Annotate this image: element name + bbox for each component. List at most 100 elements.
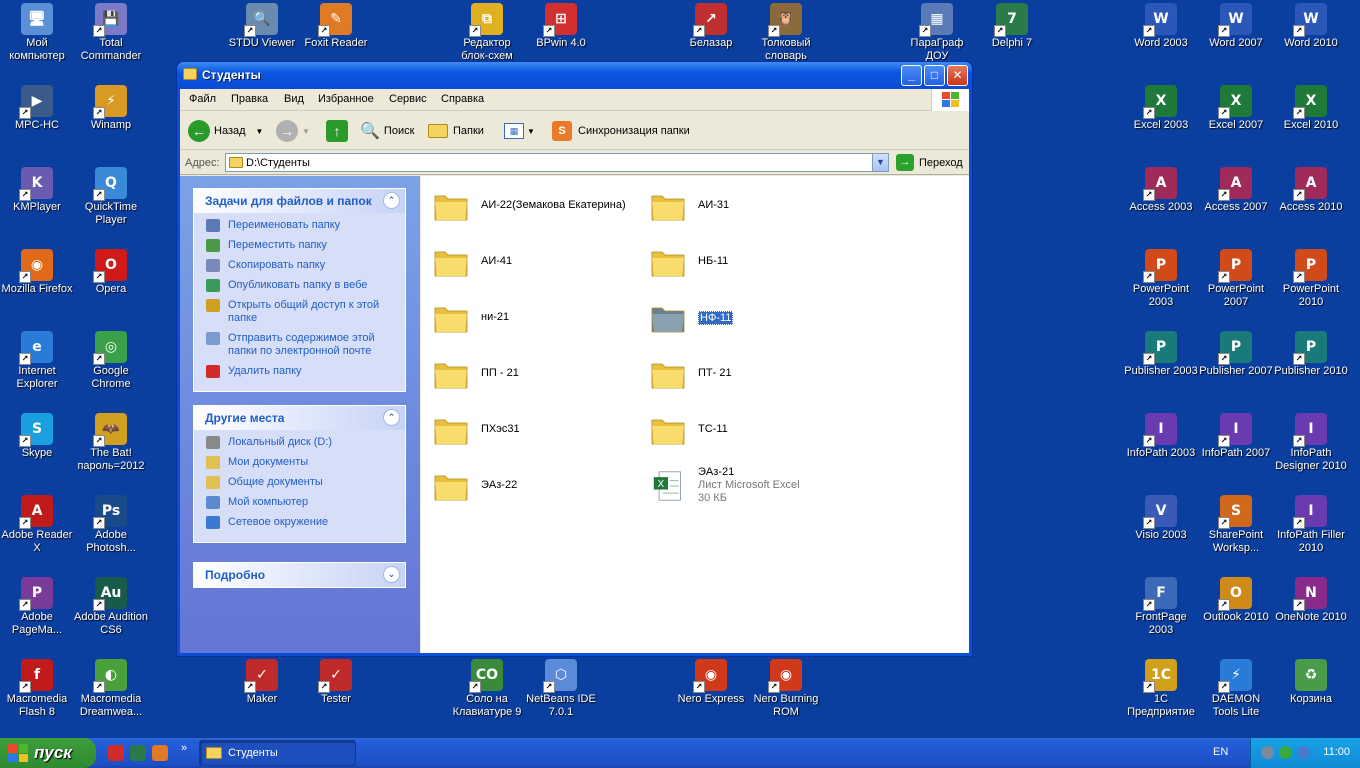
chevron-down-icon[interactable]: ▼	[872, 154, 888, 171]
desktop-icon[interactable]: СОСоло на Клавиатуре 9	[450, 659, 524, 719]
address-input[interactable]: D:\Студенты ▼	[225, 153, 889, 172]
desktop-icon[interactable]: 7Delphi 7	[975, 3, 1049, 50]
desktop-icon[interactable]: AAccess 2010	[1274, 167, 1348, 214]
desktop-icon[interactable]: AAccess 2003	[1124, 167, 1198, 214]
search-button[interactable]: 🔍 Поиск	[360, 119, 414, 143]
desktop-icon[interactable]: 🦇The Bat! пароль=2012	[74, 413, 148, 473]
task-item[interactable]: Переместить папку	[206, 239, 397, 252]
desktop-icon[interactable]: WWord 2010	[1274, 3, 1348, 50]
folder-item[interactable]: АИ-41	[427, 240, 637, 284]
details-header[interactable]: Подробно ⌄	[194, 563, 405, 587]
desktop-icon[interactable]: 💾Total Commander	[74, 3, 148, 63]
place-item[interactable]: Сетевое окружение	[206, 516, 397, 529]
desktop-icon[interactable]: ◉Nero Burning ROM	[749, 659, 823, 719]
folder-item[interactable]: ПП - 21	[427, 352, 637, 396]
menu-view[interactable]: Вид	[284, 93, 304, 105]
menu-edit[interactable]: Правка	[231, 93, 268, 105]
desktop-icon[interactable]: 🦉Толковый словарь	[749, 3, 823, 63]
desktop-icon[interactable]: WWord 2003	[1124, 3, 1198, 50]
taskbar-item-students[interactable]: Студенты	[199, 740, 356, 766]
desktop-icon[interactable]: ◐Macromedia Dreamwea...	[74, 659, 148, 719]
folder-item[interactable]: НФ-11	[644, 296, 854, 340]
desktop-icon[interactable]: AuAdobe Audition CS6	[74, 577, 148, 637]
folders-button[interactable]: Папки	[428, 119, 484, 143]
desktop-icon[interactable]: AAdobe Reader X	[0, 495, 74, 555]
task-item[interactable]: Опубликовать папку в вебе	[206, 279, 397, 292]
desktop-icon[interactable]: ↗Белазар	[674, 3, 748, 50]
place-item[interactable]: Мой компьютер	[206, 496, 397, 509]
menu-tools[interactable]: Сервис	[389, 93, 427, 105]
place-item[interactable]: Общие документы	[206, 476, 397, 489]
menu-file[interactable]: Файл	[189, 93, 216, 105]
desktop-icon[interactable]: PAdobe PageMa...	[0, 577, 74, 637]
desktop-icon[interactable]: IInfoPath 2007	[1199, 413, 1273, 460]
place-item[interactable]: Локальный диск (D:)	[206, 436, 397, 449]
menu-favorites[interactable]: Избранное	[318, 93, 374, 105]
quicklaunch-icon[interactable]	[130, 745, 146, 761]
desktop-icon[interactable]: PsAdobe Photosh...	[74, 495, 148, 555]
desktop-icon[interactable]: WWord 2007	[1199, 3, 1273, 50]
desktop-icon[interactable]: ▦ПараГраф ДОУ	[900, 3, 974, 63]
language-indicator[interactable]: EN	[1213, 746, 1228, 758]
task-item[interactable]: Отправить содержимое этой папки по элект…	[206, 332, 397, 358]
start-button[interactable]: пуск	[0, 738, 96, 768]
desktop-icon[interactable]: IInfoPath Designer 2010	[1274, 413, 1348, 473]
desktop-icon[interactable]: QQuickTime Player	[74, 167, 148, 227]
desktop-icon[interactable]: XExcel 2007	[1199, 85, 1273, 132]
desktop-icon[interactable]: ⊞BPwin 4.0	[524, 3, 598, 50]
desktop-icon[interactable]: ♻ Корзина	[1274, 659, 1348, 706]
desktop-icon[interactable]: ⬡NetBeans IDE 7.0.1	[524, 659, 598, 719]
desktop-icon[interactable]: XExcel 2010	[1274, 85, 1348, 132]
desktop-icon[interactable]: ✎Foxit Reader	[299, 3, 373, 50]
desktop-icon[interactable]: fMacromedia Flash 8	[0, 659, 74, 719]
desktop-icon[interactable]: ✓Tester	[299, 659, 373, 706]
collapse-icon[interactable]: ⌃	[383, 409, 400, 426]
desktop-icon[interactable]: SSharePoint Worksp...	[1199, 495, 1273, 555]
desktop-icon[interactable]: PPowerPoint 2007	[1199, 249, 1273, 309]
desktop-icon[interactable]: ⚡DAEMON Tools Lite	[1199, 659, 1273, 719]
desktop-icon[interactable]: NOneNote 2010	[1274, 577, 1348, 624]
desktop-icon[interactable]: XExcel 2003	[1124, 85, 1198, 132]
desktop-icon[interactable]: 🔍STDU Viewer	[225, 3, 299, 50]
desktop-icon[interactable]: eInternet Explorer	[0, 331, 74, 391]
desktop-icon[interactable]: PPublisher 2007	[1199, 331, 1273, 378]
desktop-icon[interactable]: ◉Mozilla Firefox	[0, 249, 74, 296]
go-button[interactable]: Переход	[919, 157, 963, 169]
maximize-button[interactable]: □	[924, 65, 945, 86]
folder-item[interactable]: ЭАз-22	[427, 464, 637, 508]
close-button[interactable]: ✕	[947, 65, 968, 86]
desktop-icon[interactable]: PPublisher 2003	[1124, 331, 1198, 378]
folder-item[interactable]: ни-21	[427, 296, 637, 340]
other-places-header[interactable]: Другие места ⌃	[194, 406, 405, 430]
minimize-button[interactable]: _	[901, 65, 922, 86]
title-bar[interactable]: Студенты _ □ ✕	[177, 62, 972, 89]
up-button[interactable]: ↑	[326, 119, 352, 143]
folder-item[interactable]: ПХэс31	[427, 408, 637, 452]
chevron-right-icon[interactable]: »	[181, 742, 187, 754]
views-button[interactable]: ▦ ▼	[504, 119, 535, 143]
quicklaunch-icon[interactable]	[152, 745, 168, 761]
forward-button[interactable]: → ▼	[276, 119, 310, 143]
desktop-icon[interactable]: ◎Google Chrome	[74, 331, 148, 391]
desktop-icon[interactable]: SSkype	[0, 413, 74, 460]
desktop-icon[interactable]: AAccess 2007	[1199, 167, 1273, 214]
folder-item[interactable]: НБ-11	[644, 240, 854, 284]
desktop-icon[interactable]: ⚡Winamp	[74, 85, 148, 132]
sync-folder-button[interactable]: S Синхронизация папки	[552, 119, 690, 143]
tray-icon[interactable]	[1261, 746, 1274, 759]
place-item[interactable]: Мои документы	[206, 456, 397, 469]
file-tasks-header[interactable]: Задачи для файлов и папок ⌃	[194, 189, 405, 213]
task-item[interactable]: Открыть общий доступ к этой папке	[206, 299, 397, 325]
desktop-icon[interactable]: OOutlook 2010	[1199, 577, 1273, 624]
folder-item[interactable]: АИ-31	[644, 184, 854, 228]
desktop-icon[interactable]: 🖥 Мой компьютер	[0, 3, 74, 63]
expand-icon[interactable]: ⌄	[383, 566, 400, 583]
desktop-icon[interactable]: PPowerPoint 2010	[1274, 249, 1348, 309]
desktop-icon[interactable]: IInfoPath 2003	[1124, 413, 1198, 460]
tray-icon[interactable]	[1279, 746, 1292, 759]
desktop-icon[interactable]: ✓Maker	[225, 659, 299, 706]
desktop-icon[interactable]: FFrontPage 2003	[1124, 577, 1198, 637]
folder-item[interactable]: АИ-22(Земакова Екатерина)	[427, 184, 637, 228]
excel-file-item[interactable]: X ЭАз-21 Лист Microsoft Excel 30 КБ	[644, 464, 854, 508]
desktop-icon[interactable]: PPowerPoint 2003	[1124, 249, 1198, 309]
